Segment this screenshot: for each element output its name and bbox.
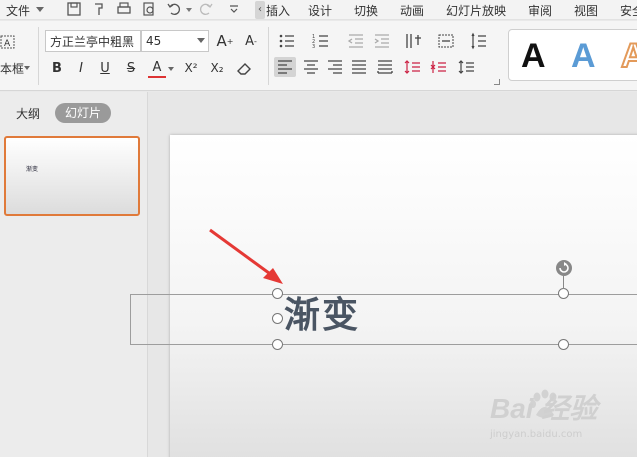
rotate-stem (563, 276, 564, 289)
tab-animation[interactable]: 动画 (400, 2, 424, 19)
font-size-select[interactable]: 45 (141, 30, 209, 52)
eraser-icon (237, 63, 251, 75)
indent-icon (374, 34, 389, 48)
customize-icon[interactable] (226, 1, 242, 17)
watermark-brand: Bai 经验 (490, 393, 598, 424)
align-text-button[interactable] (432, 32, 460, 50)
thumbnail-title: 渐变 (26, 166, 39, 173)
redo-icon[interactable] (198, 1, 214, 17)
align-center-button[interactable] (300, 57, 322, 77)
slide-title[interactable]: 渐变 (284, 293, 360, 339)
tab-design[interactable]: 设计 (308, 2, 332, 19)
title-textbox[interactable] (130, 294, 637, 345)
paragraph-dialog-launcher-icon[interactable] (494, 79, 500, 85)
text-direction-button[interactable] (400, 32, 426, 50)
align-right-button[interactable] (324, 57, 346, 77)
menu-bar: 文件 ‹ 插入 设计 切换 动画 幻灯片放映 审阅 视图 安全 (0, 0, 637, 20)
tab-security[interactable]: 安全 (620, 2, 637, 19)
tab-view[interactable]: 视图 (574, 2, 598, 19)
chevron-down-icon (197, 38, 205, 43)
text-style-gallery: A A A (508, 29, 637, 81)
print-preview-icon[interactable] (141, 1, 157, 17)
tab-review[interactable]: 审阅 (528, 2, 552, 19)
shrink-font-button[interactable]: A- (241, 31, 261, 51)
strikethrough-button[interactable]: S (122, 58, 140, 78)
print-icon[interactable] (116, 1, 132, 17)
watermark-url: jingyan.baidu.com (490, 429, 583, 440)
tab-slideshow[interactable]: 幻灯片放映 (446, 2, 506, 19)
distribute-icon (377, 60, 393, 74)
line-spacing-decrease-button[interactable] (428, 57, 450, 77)
slide-thumbnail[interactable]: 渐变 (4, 136, 140, 216)
spacing-decrease-icon (430, 61, 446, 73)
rotate-handle-icon[interactable] (555, 259, 573, 277)
justify-button[interactable] (348, 57, 370, 77)
font-size-value: 45 (146, 34, 162, 48)
superscript-button[interactable]: X² (180, 58, 202, 78)
align-text-icon (438, 34, 454, 48)
textbox-dropdown-icon[interactable] (24, 66, 30, 70)
bold-button[interactable]: B (48, 58, 66, 78)
paragraph-spacing-button[interactable] (454, 57, 480, 77)
divider (38, 27, 39, 85)
font-name-select[interactable]: 方正兰亭中粗黑 (45, 30, 141, 52)
line-spacing-increase-button[interactable] (402, 57, 424, 77)
numbered-list-icon: 123 (312, 34, 328, 50)
divider (268, 27, 269, 85)
menu-file[interactable]: 文件 (6, 2, 30, 19)
spacing-increase-icon (404, 60, 420, 74)
numbering-button[interactable]: 123 (310, 32, 332, 50)
textbox-label[interactable]: 本框 (0, 59, 24, 77)
textbox-icon[interactable]: A (0, 33, 16, 51)
grow-font-button[interactable]: A + (215, 31, 235, 51)
font-color-dropdown-icon[interactable] (168, 67, 174, 71)
file-dropdown-icon[interactable] (36, 7, 44, 12)
resize-handle-bottom-left[interactable] (272, 339, 283, 350)
tab-slides[interactable]: 幻灯片 (55, 103, 111, 123)
style-black[interactable]: A (521, 36, 546, 76)
style-blue[interactable]: A (571, 36, 596, 76)
font-color-button[interactable]: A (148, 58, 166, 78)
bullet-list-icon (279, 34, 294, 48)
slide-panel: 大纲 幻灯片 渐变 (0, 92, 148, 457)
ribbon: A 本框 方正兰亭中粗黑 45 A + A- B I U S A X² X₂ 12… (0, 21, 637, 91)
decrease-indent-button[interactable] (346, 32, 366, 50)
outdent-icon (347, 34, 363, 48)
line-spacing-button[interactable] (466, 32, 492, 50)
clear-format-button[interactable] (234, 58, 254, 78)
tab-transition[interactable]: 切换 (354, 2, 378, 19)
align-right-icon (328, 60, 342, 74)
tab-outline[interactable]: 大纲 (16, 105, 40, 122)
format-painter-icon[interactable] (91, 1, 107, 17)
justify-icon (352, 60, 366, 74)
red-annotation-arrow (209, 228, 283, 284)
bullets-button[interactable] (276, 32, 298, 50)
text-direction-icon (406, 34, 421, 48)
style-orange-outline[interactable]: A (620, 36, 637, 76)
font-name-value: 方正兰亭中粗黑 (50, 34, 135, 49)
distribute-button[interactable] (374, 57, 396, 77)
resize-handle-top[interactable] (558, 288, 569, 299)
tab-insert[interactable]: 插入 (266, 2, 290, 19)
undo-icon[interactable] (166, 1, 182, 17)
paragraph-spacing-icon (458, 60, 474, 74)
shrink-font-label: A (245, 33, 254, 49)
grow-font-label: A (216, 32, 227, 50)
save-icon[interactable] (66, 1, 82, 17)
underline-button[interactable]: U (96, 58, 114, 78)
svg-text:A: A (4, 39, 11, 49)
baidu-watermark: Bai 经验 jingyan.baidu.com (470, 385, 630, 445)
increase-indent-button[interactable] (372, 32, 392, 50)
align-center-icon (304, 60, 318, 74)
scroll-left-icon[interactable]: ‹ (255, 1, 265, 19)
resize-handle-bottom[interactable] (558, 339, 569, 350)
align-left-icon (278, 60, 292, 74)
italic-button[interactable]: I (72, 58, 90, 78)
resize-handle-left[interactable] (272, 313, 283, 324)
subscript-button[interactable]: X₂ (206, 58, 228, 78)
svg-text:3: 3 (312, 44, 315, 50)
column-spacing-icon (471, 32, 486, 50)
undo-dropdown-icon[interactable] (186, 8, 192, 12)
align-left-button[interactable] (274, 57, 296, 77)
